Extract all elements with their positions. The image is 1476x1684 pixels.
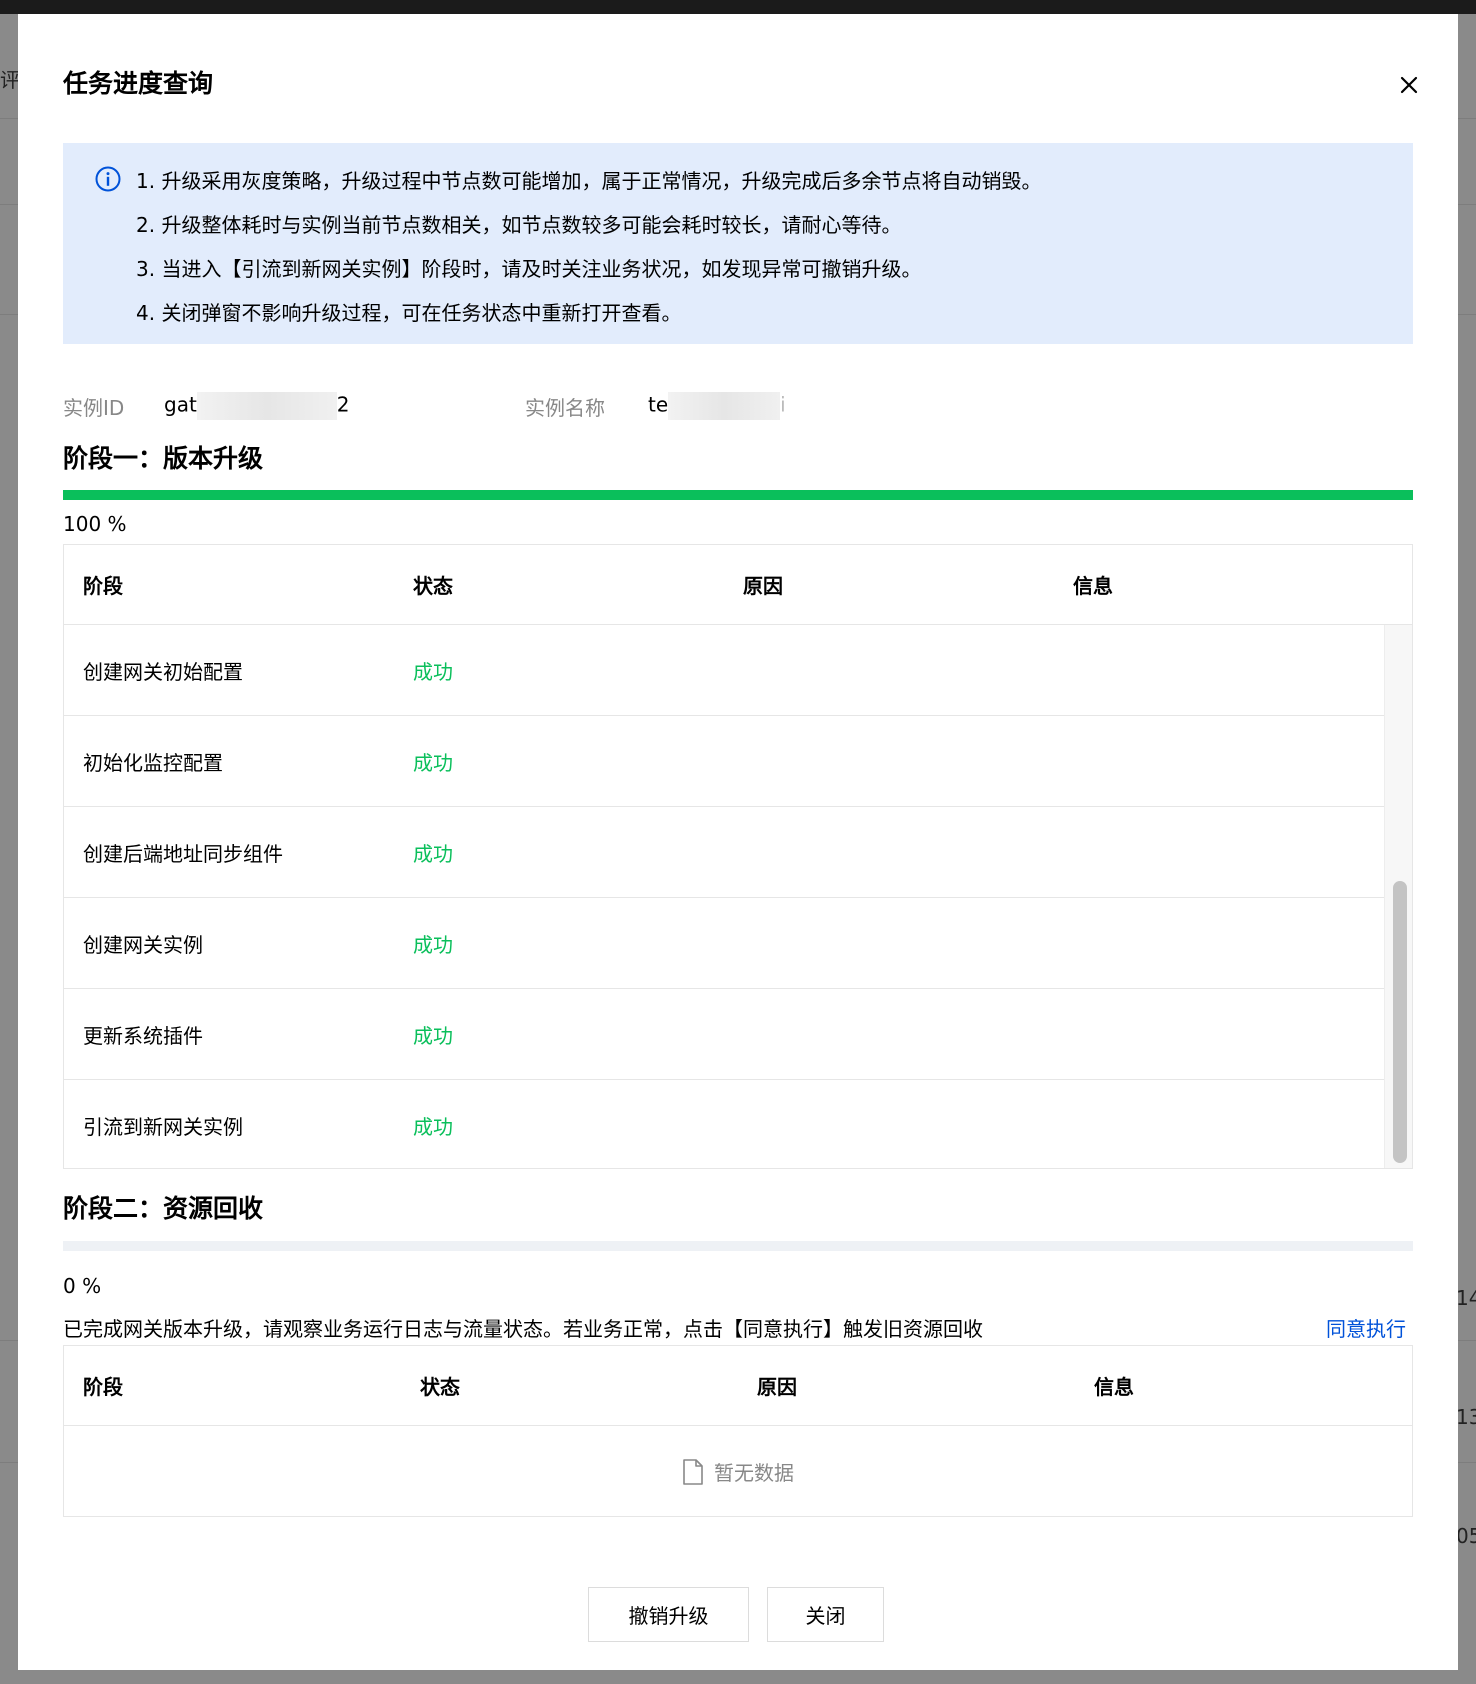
table-row: 创建后端地址同步组件 成功 [64,807,1384,898]
background-char: 05 [1456,1524,1476,1548]
background-char: 13 [1456,1405,1476,1429]
stage1-progress-text: 100 % [63,512,127,536]
column-header-status: 状态 [420,1375,460,1399]
instance-name-row: 实例名称 [525,392,605,421]
status-cell: 成功 [413,841,453,866]
status-cell: 成功 [413,932,453,957]
stage2-table: 阶段 状态 原因 信息 暂无数据 [63,1345,1413,1517]
table-header: 阶段 状态 原因 信息 [64,545,1412,625]
instance-id-label: 实例ID [63,396,125,420]
instance-id-row: 实例ID [63,392,124,421]
column-header-stage: 阶段 [83,574,123,598]
info-line: 2. 升级整体耗时与实例当前节点数相关，如节点数较多可能会耗时较长，请耐心等待。 [136,213,902,237]
close-dialog-button[interactable] [1390,66,1428,104]
column-header-stage: 阶段 [83,1375,123,1399]
table-body[interactable]: 创建网关初始配置 成功 初始化监控配置 成功 创建后端地址同步组件 成功 创建网关实例 成功更… [64,625,1384,1171]
agree-execute-link[interactable]: 同意执行 [1326,1313,1406,1342]
table-row: 更新系统插件 成功 [64,989,1384,1080]
stage2-progress-text: 0 % [63,1274,102,1298]
table-row: 引流到新网关实例 成功 [64,1080,1384,1171]
stage2-progress-bar [63,1241,1413,1251]
instance-name-value: te i [648,392,786,420]
table-header: 阶段 状态 原因 信息 [64,1346,1412,1426]
instance-name-prefix: te [648,392,669,417]
stage2-title: 阶段二：资源回收 [63,1194,264,1223]
stage-cell: 引流到新网关实例 [83,1115,243,1139]
background-char: 评 [0,68,20,92]
info-notice: 1. 升级采用灰度策略，升级过程中节点数可能增加，属于正常情况，升级完成后多余节… [63,143,1413,344]
table-row: 创建网关初始配置 成功 [64,625,1384,716]
table-scrollbar[interactable] [1384,625,1412,1168]
column-header-info: 信息 [1073,574,1113,598]
instance-name-label: 实例名称 [525,396,605,420]
task-progress-dialog: 任务进度查询 1. 升级采用灰度策略，升级过程中节点数可能增加，属于正常情况，升… [18,14,1458,1670]
status-cell: 成功 [413,659,453,684]
column-header-reason: 原因 [757,1375,797,1399]
status-cell: 成功 [413,1115,453,1139]
stage-cell: 创建网关初始配置 [83,659,243,684]
empty-state: 暂无数据 [64,1426,1412,1517]
column-header-info: 信息 [1094,1375,1134,1399]
info-line: 3. 当进入【引流到新网关实例】阶段时，请及时关注业务状况，如发现异常可撤销升级… [136,257,922,281]
redacted-block [668,392,781,420]
dialog-title: 任务进度查询 [63,69,214,98]
info-line: 1. 升级采用灰度策略，升级过程中节点数可能增加，属于正常情况，升级完成后多余节… [136,169,1042,193]
background-topbar [0,0,1476,14]
info-icon [95,166,121,192]
redacted-block [196,392,337,420]
close-icon [1400,76,1418,94]
stage1-table: 阶段 状态 原因 信息 创建网关初始配置 成功 初始化监控配置 成功 创建后端地址同步组… [63,544,1413,1169]
stage1-progress-fill [63,490,1413,500]
instance-id-prefix: gat [164,392,197,417]
table-row: 创建网关实例 成功 [64,898,1384,989]
scrollbar-thumb[interactable] [1393,881,1407,1163]
recycle-hint-text: 已完成网关版本升级，请观察业务运行日志与流量状态。若业务正常，点击【同意执行】触… [63,1317,983,1341]
column-header-reason: 原因 [743,574,783,598]
empty-text: 暂无数据 [714,1461,794,1485]
document-icon [683,1458,703,1485]
instance-name-suffix: i [780,392,786,417]
instance-id-value: gat 2 [164,392,350,420]
status-cell: 成功 [413,1023,453,1048]
background-char: 14 [1456,1286,1476,1310]
stage-cell: 更新系统插件 [83,1023,203,1048]
table-row: 初始化监控配置 成功 [64,716,1384,807]
stage-cell: 创建后端地址同步组件 [83,841,283,866]
stage-cell: 创建网关实例 [83,932,203,957]
stage1-title: 阶段一：版本升级 [63,444,264,473]
stage1-progress-bar [63,490,1413,500]
close-button[interactable]: 关闭 [767,1587,884,1642]
instance-id-suffix: 2 [336,392,350,417]
column-header-status: 状态 [413,574,453,598]
status-cell: 成功 [413,750,453,775]
stage-cell: 初始化监控配置 [83,750,223,775]
info-line: 4. 关闭弹窗不影响升级过程，可在任务状态中重新打开查看。 [136,301,682,325]
revoke-upgrade-button[interactable]: 撤销升级 [588,1587,749,1642]
